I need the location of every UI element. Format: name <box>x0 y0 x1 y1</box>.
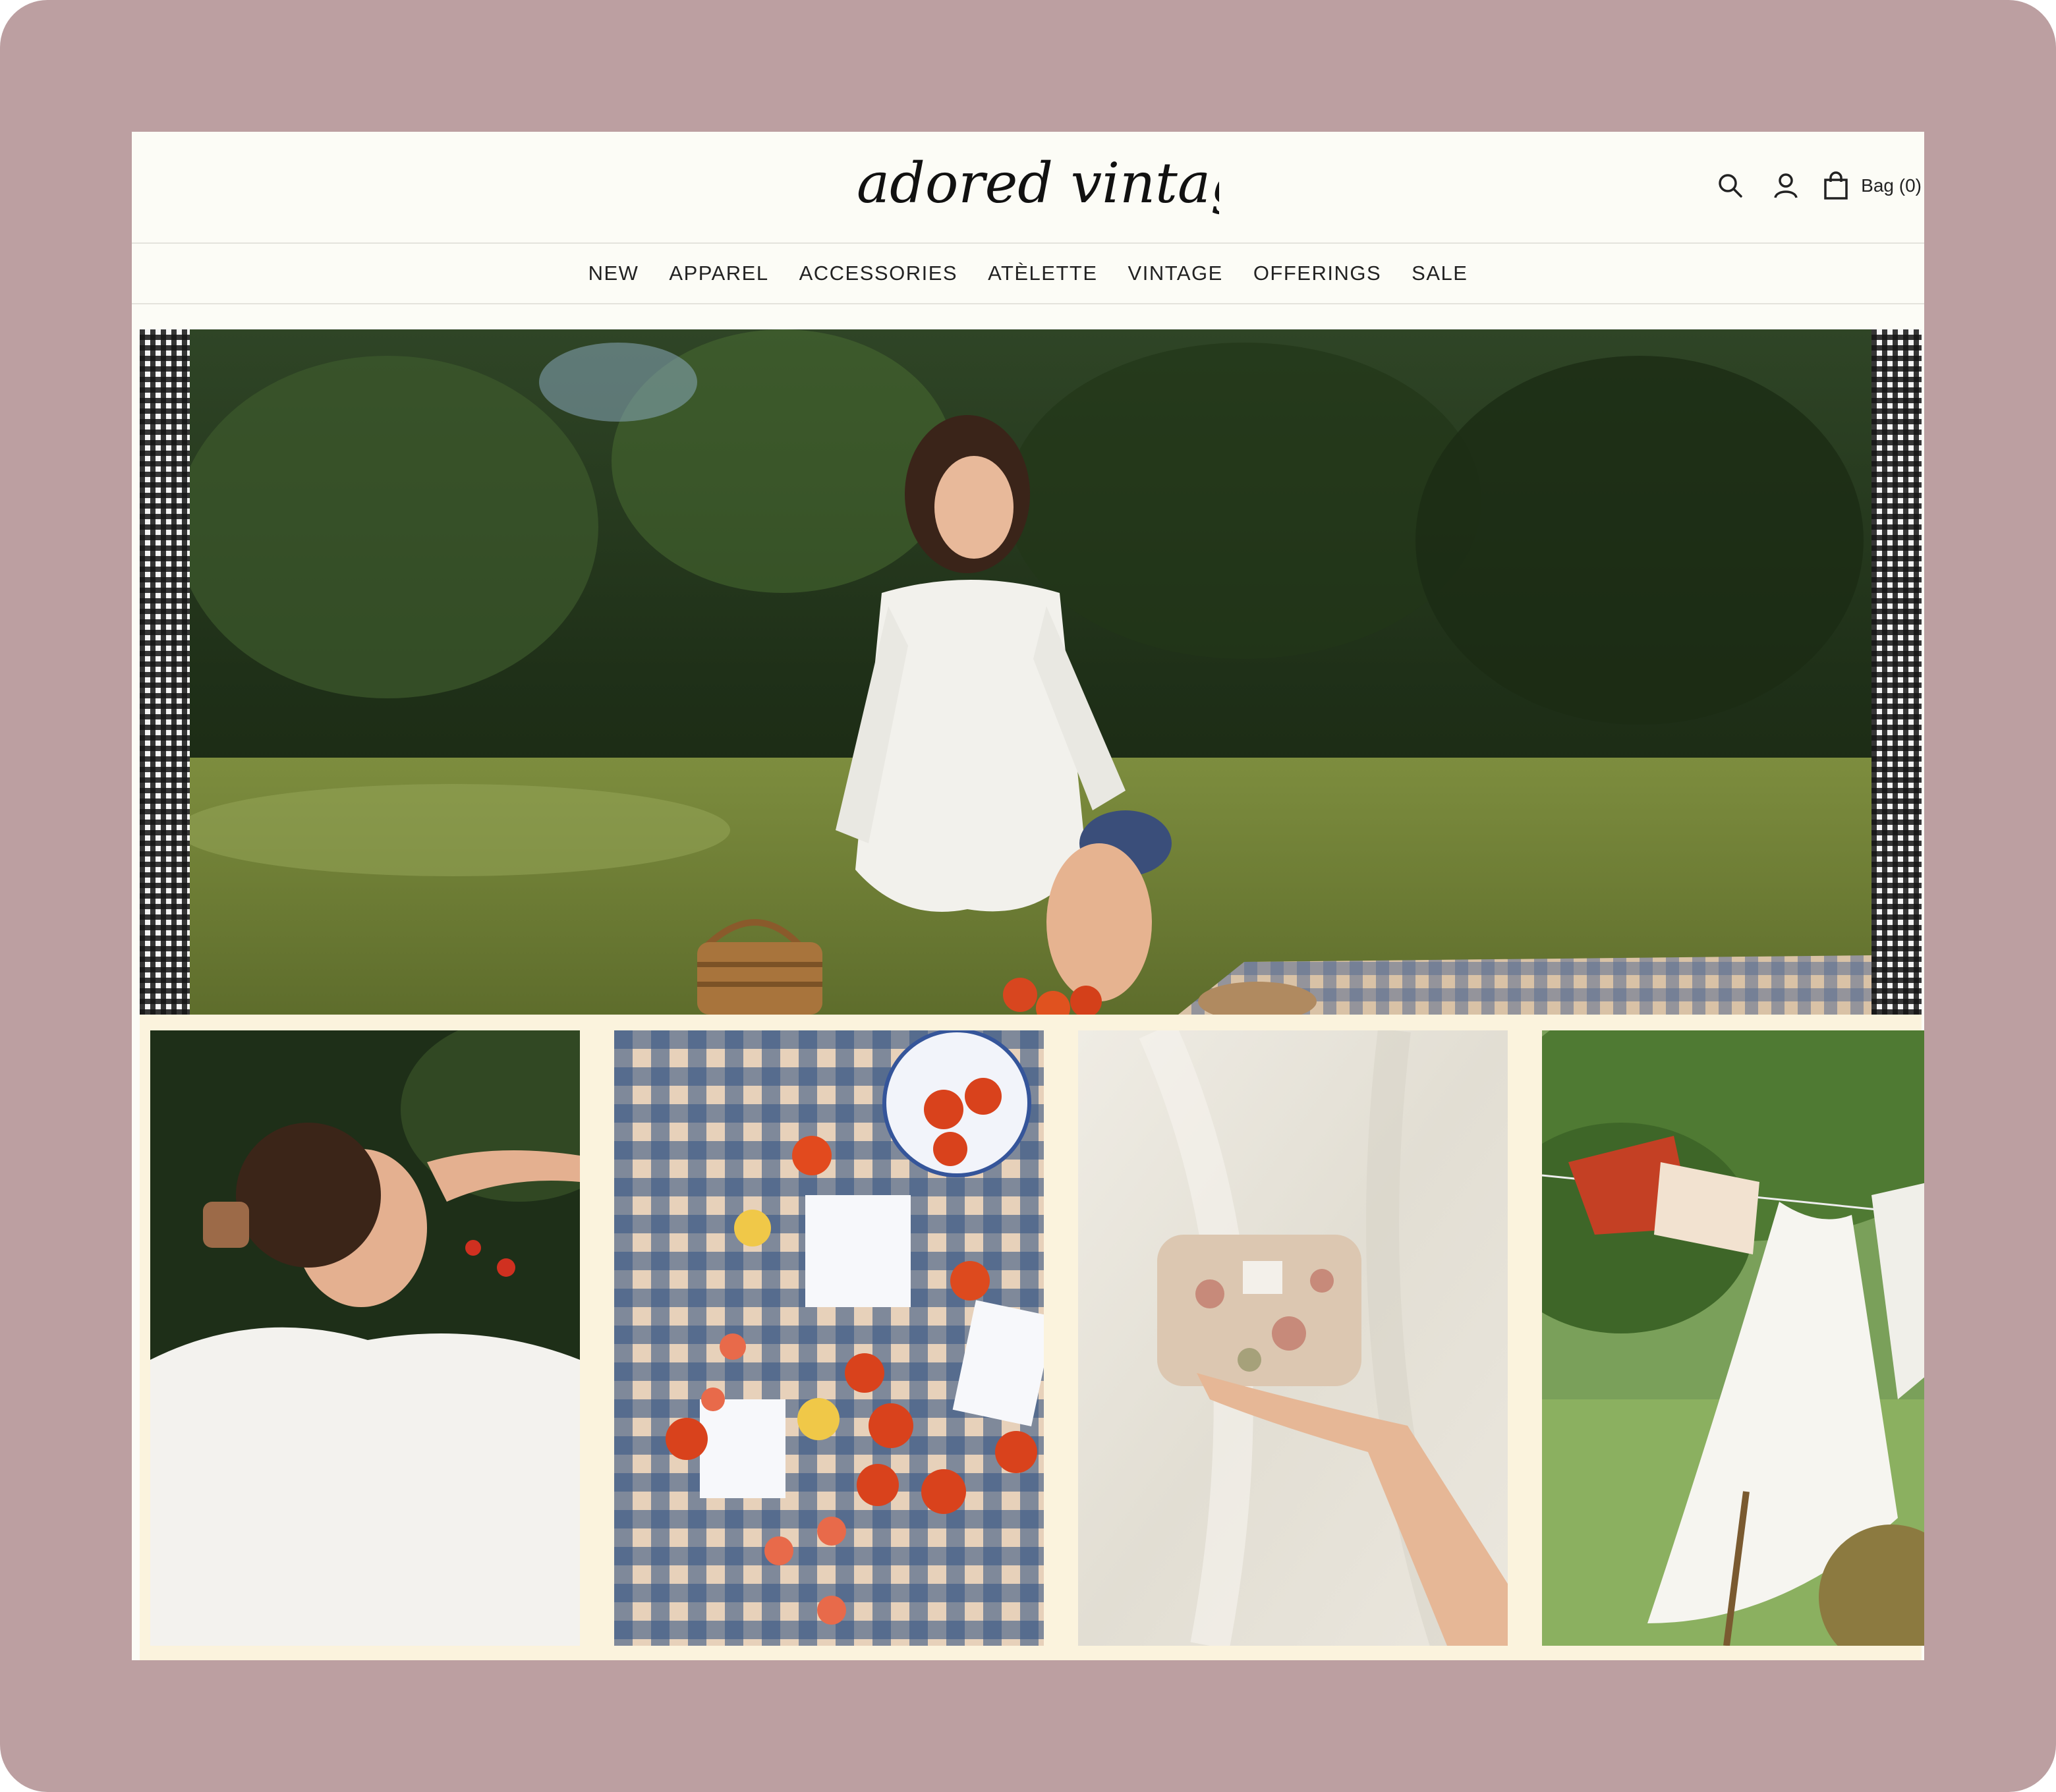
clothesline-dress-photo <box>1542 1030 1924 1646</box>
floral-pouch-photo <box>1078 1030 1508 1646</box>
woman-picnic-basket-photo <box>190 329 1871 1015</box>
image-gallery <box>140 1015 1924 1660</box>
site-logo[interactable]: adored vintage <box>850 140 1219 232</box>
header-actions: Bag (0) <box>1712 159 1922 212</box>
nav-item-sale[interactable]: SALE <box>1412 262 1468 285</box>
nav-item-offerings[interactable]: OFFERINGS <box>1253 262 1381 285</box>
gingham-tomatoes-cards-photo <box>614 1030 1044 1646</box>
search-icon[interactable] <box>1712 167 1749 204</box>
gallery-tile-2[interactable] <box>614 1030 1044 1646</box>
gingham-border-left <box>140 329 190 1015</box>
gallery-tile-3[interactable] <box>1078 1030 1508 1646</box>
logo-text: adored vintage <box>857 151 1219 215</box>
hero-banner[interactable] <box>140 329 1922 1015</box>
gallery-tile-4[interactable] <box>1542 1030 1924 1646</box>
nav-item-apparel[interactable]: APPAREL <box>669 262 768 285</box>
nav-item-atelette[interactable]: ATÈLETTE <box>988 262 1097 285</box>
browser-window: adored vintage <box>132 132 1924 1660</box>
nav-item-vintage[interactable]: VINTAGE <box>1128 262 1223 285</box>
shopping-bag-icon <box>1824 171 1848 200</box>
bag-label: Bag (0) <box>1861 175 1922 196</box>
nav-item-accessories[interactable]: ACCESSORIES <box>799 262 957 285</box>
site-header: adored vintage <box>132 132 1924 244</box>
woman-eating-cherries-photo <box>150 1030 580 1646</box>
gallery-tile-1[interactable] <box>150 1030 580 1646</box>
gingham-border-right <box>1871 329 1922 1015</box>
user-icon[interactable] <box>1767 167 1804 204</box>
bag-button[interactable]: Bag (0) <box>1823 171 1922 200</box>
device-frame: adored vintage <box>0 0 2056 1792</box>
nav-item-new[interactable]: NEW <box>588 262 639 285</box>
main-navigation: NEW APPAREL ACCESSORIES ATÈLETTE VINTAGE… <box>132 244 1924 304</box>
